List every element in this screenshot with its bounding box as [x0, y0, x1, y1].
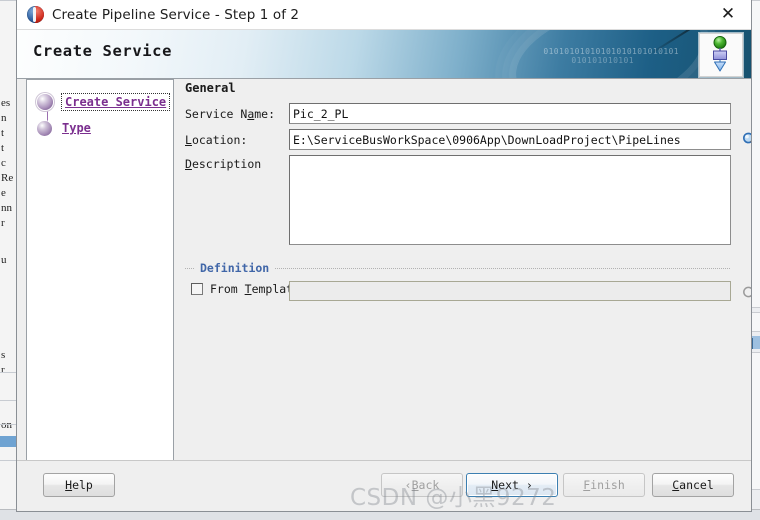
- group-header-general: General: [185, 81, 236, 95]
- back-button[interactable]: ‹ Back: [381, 473, 463, 497]
- from-template-label: From Template: [210, 282, 301, 296]
- finish-button[interactable]: Finish: [563, 473, 645, 497]
- group-header-definition: Definition: [195, 261, 275, 275]
- banner-heading: Create Service: [33, 42, 173, 60]
- service-form: General Service Name: Location: Descript…: [185, 79, 751, 461]
- sidebar-item-create-service[interactable]: Create Service: [37, 93, 171, 111]
- sidebar-item-label: Create Service: [61, 93, 171, 111]
- service-name-input[interactable]: [289, 103, 731, 124]
- pipeline-flow-icon: [699, 33, 743, 77]
- step-bullet-icon: [37, 94, 53, 110]
- dialog-body: Create Service Type General Service Name…: [17, 79, 751, 463]
- create-pipeline-service-dialog: Create Pipeline Service - Step 1 of 2 ✕ …: [16, 0, 752, 512]
- step-bullet-icon: [37, 120, 52, 136]
- wizard-steps-panel: Create Service Type: [26, 79, 174, 461]
- screen: es n t t c Re e nn r u s r on Create Pip…: [0, 0, 760, 520]
- cancel-button[interactable]: Cancel: [652, 473, 734, 497]
- title-bar: Create Pipeline Service - Step 1 of 2 ✕: [17, 0, 751, 30]
- from-template-checkbox[interactable]: [191, 283, 203, 295]
- wizard-banner: Create Service 0101010101010101010101010…: [17, 30, 751, 79]
- window-title: Create Pipeline Service - Step 1 of 2: [52, 6, 300, 23]
- next-button[interactable]: Next ›: [466, 473, 558, 497]
- dialog-footer: Help ‹ Back Next › Finish Cancel: [17, 460, 751, 511]
- magnifier-icon[interactable]: [741, 131, 751, 149]
- description-textarea[interactable]: [289, 155, 731, 245]
- banner-binary-line-2: 010101010101: [571, 56, 634, 65]
- description-label: Description: [185, 157, 262, 171]
- from-template-input[interactable]: [289, 281, 731, 301]
- magnifier-icon-disabled: [741, 285, 751, 303]
- from-template-checkbox-row[interactable]: From Template: [191, 282, 300, 296]
- location-label: Location:: [185, 133, 248, 147]
- background-window-left-edge: es n t t c Re e nn r u s r on: [0, 0, 17, 520]
- help-button[interactable]: Help: [43, 473, 115, 497]
- sidebar-item-type[interactable]: Type: [37, 119, 91, 137]
- sidebar-item-label: Type: [62, 121, 91, 135]
- service-name-label: Service Name:: [185, 107, 276, 121]
- app-icon: [27, 6, 44, 23]
- close-icon[interactable]: ✕: [705, 0, 751, 29]
- location-input[interactable]: [289, 129, 731, 150]
